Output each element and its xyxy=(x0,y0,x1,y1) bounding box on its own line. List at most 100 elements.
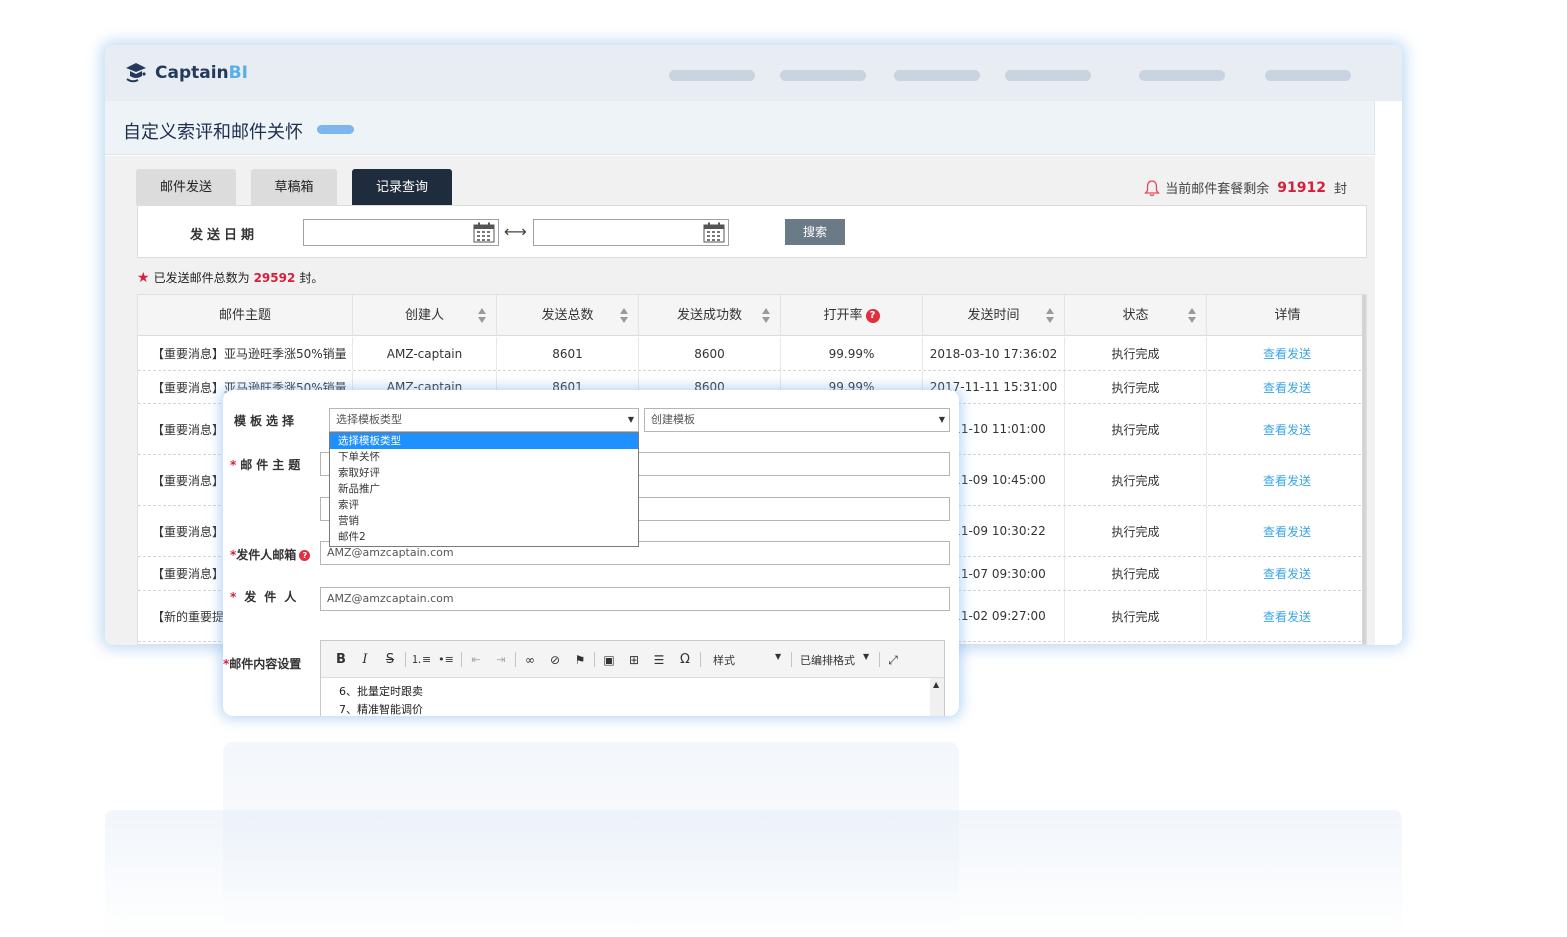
end-date-input[interactable] xyxy=(533,219,729,246)
cell-creator: AMZ-captain xyxy=(353,337,497,370)
editor-scrollbar[interactable]: ▲ xyxy=(930,678,944,716)
view-send-link[interactable]: 查看发送 xyxy=(1207,404,1366,454)
link-icon[interactable]: ∞ xyxy=(521,651,539,669)
modal-reflection xyxy=(223,742,959,937)
cell-status: 执行完成 xyxy=(1065,455,1207,505)
col-header-creator[interactable]: 创建人 xyxy=(353,295,497,336)
captain-hat-icon xyxy=(126,63,146,83)
dropdown-option[interactable]: 选择模板类型 xyxy=(330,433,638,449)
cell-open-rate: 99.99% xyxy=(781,337,923,370)
view-send-link[interactable]: 查看发送 xyxy=(1207,557,1366,590)
dropdown-option[interactable]: 下单关怀 xyxy=(330,449,638,465)
special-char-icon[interactable]: Ω xyxy=(676,651,694,669)
editor-content[interactable]: 6、批量定时跟卖 7、精准智能调价 xyxy=(339,683,423,716)
view-send-link[interactable]: 查看发送 xyxy=(1207,455,1366,505)
col-header-total[interactable]: 发送总数 xyxy=(497,295,639,336)
bold-icon[interactable]: B xyxy=(333,651,349,669)
help-icon[interactable]: ? xyxy=(299,550,311,561)
quota-unit: 封 xyxy=(1333,182,1347,197)
dropdown-option[interactable]: 营销 xyxy=(330,513,638,529)
nav-placeholder-1[interactable] xyxy=(669,70,755,81)
nav-placeholder-5[interactable] xyxy=(1139,70,1225,81)
email-editor-modal: 模板选择 选择模板类型 ▼ 创建模板 ▼ 选择模板类型 下单关怀 索取好评 新品推广… xyxy=(223,390,959,716)
template-type-select[interactable]: 选择模板类型 ▼ xyxy=(329,408,639,432)
view-send-link[interactable]: 查看发送 xyxy=(1207,591,1366,641)
strikethrough-icon[interactable]: S xyxy=(382,651,398,669)
sender-email-label: *发件人邮箱? xyxy=(230,546,311,563)
start-date-input[interactable] xyxy=(303,219,499,246)
horizontal-line-icon[interactable]: ☰ xyxy=(650,651,668,669)
bell-icon xyxy=(1144,179,1161,196)
calendar-icon[interactable] xyxy=(703,222,725,243)
dropdown-arrow-icon: ▼ xyxy=(627,415,634,424)
search-panel: 发送日期 ⟷ 搜索 xyxy=(137,205,1367,258)
unlink-icon[interactable]: ⊘ xyxy=(546,651,564,669)
sent-total-suffix: 封。 xyxy=(299,271,324,285)
scroll-up-icon[interactable]: ▲ xyxy=(933,680,939,689)
table-scrollbar[interactable] xyxy=(1362,295,1366,644)
cell-success: 8600 xyxy=(639,337,781,370)
bullet-list-icon[interactable]: •≡ xyxy=(437,651,455,669)
toolbar-separator xyxy=(515,652,516,667)
style-select[interactable]: 样式 ▼ xyxy=(713,652,783,668)
numbered-list-icon[interactable]: ⒈≡ xyxy=(411,651,431,669)
tab-drafts[interactable]: 草稿箱 xyxy=(251,169,337,205)
dropdown-option[interactable]: 索取好评 xyxy=(330,465,638,481)
calendar-icon[interactable] xyxy=(473,222,495,243)
col-header-status[interactable]: 状态 xyxy=(1065,295,1207,336)
anchor-flag-icon[interactable]: ⚑ xyxy=(571,651,589,669)
table-header: 邮件主题 创建人 发送总数 发送成功数 打开率? 发送时间 状态 详情 xyxy=(138,295,1366,336)
tab-send-mail[interactable]: 邮件发送 xyxy=(136,169,236,205)
toolbar-separator xyxy=(594,652,595,667)
window-reflection xyxy=(105,810,1402,937)
col-header-success[interactable]: 发送成功数 xyxy=(639,295,781,336)
dropdown-option[interactable]: 索评 xyxy=(330,497,638,513)
tab-record-query[interactable]: 记录查询 xyxy=(352,169,452,205)
view-send-link[interactable]: 查看发送 xyxy=(1207,506,1366,556)
sender-input[interactable]: AMZ@amzcaptain.com xyxy=(320,587,950,611)
dropdown-option[interactable]: 邮件2 xyxy=(330,529,638,545)
outdent-icon[interactable]: ⇤ xyxy=(467,651,485,669)
top-navigation-bar: CaptainBI xyxy=(105,45,1402,101)
nav-placeholder-2[interactable] xyxy=(780,70,866,81)
captainbi-logo[interactable]: CaptainBI xyxy=(123,61,248,85)
editor-line: 7、精准智能调价 xyxy=(339,703,423,716)
col-header-send-time[interactable]: 发送时间 xyxy=(923,295,1065,336)
image-icon[interactable]: ▣ xyxy=(600,651,618,669)
cell-status: 执行完成 xyxy=(1065,337,1207,370)
toolbar-separator xyxy=(405,652,406,667)
format-select[interactable]: 已编排格式 ▼ xyxy=(800,652,872,668)
quota-count: 91912 xyxy=(1277,179,1326,196)
cell-subject: 【重要消息】亚马逊旺季涨50%销量 xyxy=(138,337,353,370)
col-header-open-rate[interactable]: 打开率? xyxy=(781,295,923,336)
cell-status: 执行完成 xyxy=(1065,404,1207,454)
dropdown-option[interactable]: 新品推广 xyxy=(330,481,638,497)
logo-text: CaptainBI xyxy=(155,63,248,83)
toolbar-separator xyxy=(791,652,792,667)
maximize-icon[interactable]: ⤢ xyxy=(884,651,902,669)
dropdown-arrow-icon: ▼ xyxy=(938,415,945,424)
nav-placeholder-4[interactable] xyxy=(1005,70,1091,81)
quota-label: 当前邮件套餐剩余 xyxy=(1165,182,1270,197)
sent-total-count: 29592 xyxy=(253,270,296,285)
content-label: *邮件内容设置 xyxy=(223,657,302,671)
help-icon[interactable]: ? xyxy=(865,309,880,323)
search-button[interactable]: 搜索 xyxy=(785,219,845,245)
cell-status: 执行完成 xyxy=(1065,591,1207,641)
create-template-select[interactable]: 创建模板 ▼ xyxy=(644,408,950,432)
italic-icon[interactable]: I xyxy=(357,651,373,669)
editor-toolbar: B I S ⒈≡ •≡ ⇤ ⇥ ∞ ⊘ ⚑ ▣ ⊞ ☰ Ω 样式 ▼ 已编排格式 ▼… xyxy=(321,641,944,678)
toolbar-separator xyxy=(461,652,462,667)
col-header-subject[interactable]: 邮件主题 xyxy=(138,295,353,336)
view-send-link[interactable]: 查看发送 xyxy=(1207,371,1366,403)
rich-text-editor[interactable]: B I S ⒈≡ •≡ ⇤ ⇥ ∞ ⊘ ⚑ ▣ ⊞ ☰ Ω 样式 ▼ 已编排格式 ▼… xyxy=(320,640,945,716)
nav-placeholder-3[interactable] xyxy=(894,70,980,81)
cell-total: 8601 xyxy=(497,337,639,370)
view-send-link[interactable]: 查看发送 xyxy=(1207,337,1366,370)
table-icon[interactable]: ⊞ xyxy=(625,651,643,669)
toolbar-separator xyxy=(700,652,701,667)
template-type-dropdown: 选择模板类型 下单关怀 索取好评 新品推广 索评 营销 邮件2 xyxy=(329,432,639,547)
cell-status: 执行完成 xyxy=(1065,557,1207,590)
nav-placeholder-6[interactable] xyxy=(1265,70,1351,81)
indent-icon[interactable]: ⇥ xyxy=(492,651,510,669)
